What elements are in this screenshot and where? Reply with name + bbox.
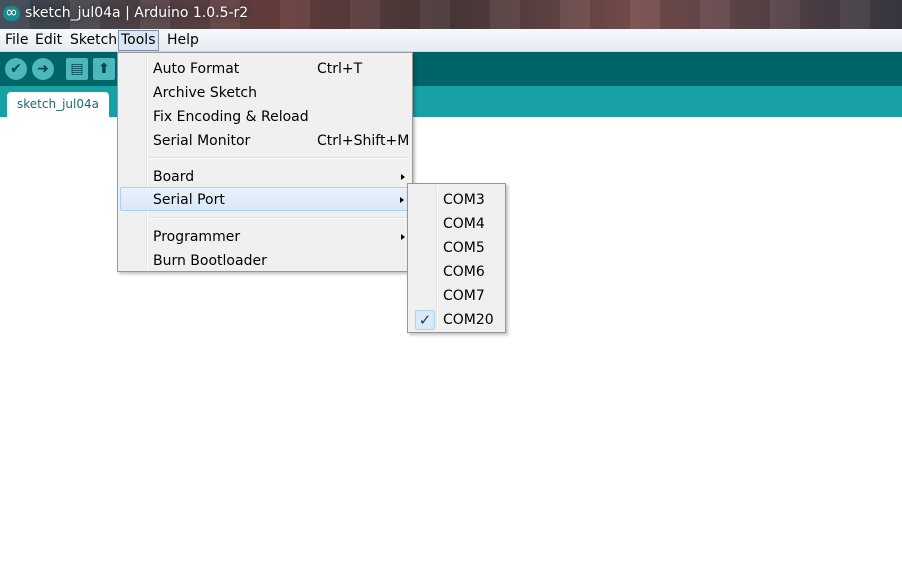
submenu-arrow-icon xyxy=(401,174,405,180)
menu-item-serial-port[interactable]: Serial Port xyxy=(120,187,410,211)
port-label: COM7 xyxy=(443,288,485,304)
port-item-com4[interactable]: COM4 xyxy=(410,212,503,236)
menu-item-shortcut: Ctrl+T xyxy=(317,61,363,77)
title-bar: sketch_jul04a | Arduino 1.0.5-r2 xyxy=(0,0,902,29)
port-label: COM3 xyxy=(443,192,485,208)
port-item-com3[interactable]: COM3 xyxy=(410,188,503,212)
menu-item-label: Serial Monitor xyxy=(153,133,251,149)
menu-edit[interactable]: Edit xyxy=(33,30,64,51)
port-label: COM5 xyxy=(443,240,485,256)
port-item-com7[interactable]: COM7 xyxy=(410,284,503,308)
menu-item-label: Archive Sketch xyxy=(153,85,258,101)
menu-item-auto-format[interactable]: Auto Format Ctrl+T xyxy=(120,57,410,81)
open-button[interactable]: ⬆ xyxy=(93,58,115,80)
menu-tools[interactable]: Tools xyxy=(118,30,159,51)
port-item-com20[interactable]: ✓ COM20 xyxy=(410,308,503,332)
menu-separator xyxy=(149,157,410,159)
menu-item-serial-monitor[interactable]: Serial Monitor Ctrl+Shift+M xyxy=(120,129,410,153)
menu-item-archive-sketch[interactable]: Archive Sketch xyxy=(120,81,410,105)
upload-button[interactable]: ➜ xyxy=(32,58,54,80)
port-label: COM4 xyxy=(443,216,485,232)
checkmark-icon: ✓ xyxy=(415,310,435,330)
verify-button[interactable]: ✔ xyxy=(5,58,27,80)
menu-item-label: Fix Encoding & Reload xyxy=(153,109,309,125)
tools-menu: Auto Format Ctrl+T Archive Sketch Fix En… xyxy=(117,52,413,272)
menu-item-label: Programmer xyxy=(153,229,241,245)
port-label: COM20 xyxy=(443,312,494,328)
menu-file[interactable]: File xyxy=(3,30,30,51)
menu-bar: File Edit Sketch Tools Help xyxy=(0,29,902,52)
window-title: sketch_jul04a | Arduino 1.0.5-r2 xyxy=(25,5,249,21)
port-item-com6[interactable]: COM6 xyxy=(410,260,503,284)
menu-separator xyxy=(149,217,410,219)
new-button[interactable]: ▤ xyxy=(66,58,88,80)
port-item-com5[interactable]: COM5 xyxy=(410,236,503,260)
tab-sketch[interactable]: sketch_jul04a xyxy=(7,92,109,117)
menu-item-label: Serial Port xyxy=(153,192,225,208)
menu-sketch[interactable]: Sketch xyxy=(68,30,119,51)
serial-port-submenu: COM3 COM4 COM5 COM6 COM7 ✓ COM20 xyxy=(407,183,506,333)
menu-item-programmer[interactable]: Programmer xyxy=(120,225,410,249)
menu-item-board[interactable]: Board xyxy=(120,165,410,189)
port-label: COM6 xyxy=(443,264,485,280)
menu-item-label: Auto Format xyxy=(153,61,240,77)
menu-item-burn-bootloader[interactable]: Burn Bootloader xyxy=(120,249,410,273)
menu-help[interactable]: Help xyxy=(165,30,201,51)
menu-item-label: Burn Bootloader xyxy=(153,253,267,269)
menu-item-shortcut: Ctrl+Shift+M xyxy=(317,133,410,149)
arduino-logo-icon xyxy=(3,3,20,21)
menu-item-label: Board xyxy=(153,169,195,185)
menu-item-fix-encoding[interactable]: Fix Encoding & Reload xyxy=(120,105,410,129)
submenu-arrow-icon xyxy=(400,197,404,203)
submenu-arrow-icon xyxy=(401,234,405,240)
